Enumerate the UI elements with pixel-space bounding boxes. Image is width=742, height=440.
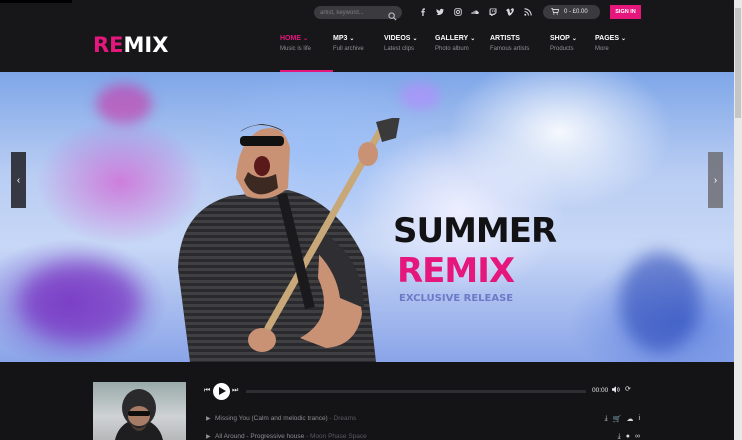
chevron-down-icon: ⌄	[571, 36, 577, 42]
nav-artists-sub: Famous artists	[490, 46, 530, 52]
site-header: 0 - £0.00 SIGN IN REMIX HOME⌄ Music is l…	[0, 0, 734, 72]
link-icon[interactable]: ∞	[635, 433, 640, 440]
nav-artists[interactable]: ARTISTS Famous artists	[490, 35, 529, 52]
nav-pages-label: PAGES	[595, 35, 619, 42]
crowd-hand	[620, 252, 700, 352]
bokeh-light	[400, 82, 440, 110]
chevron-down-icon: ⌄	[470, 36, 476, 42]
nav-mp3[interactable]: MP3 ⌄ Full archive	[333, 35, 364, 52]
sign-in-button[interactable]: SIGN IN	[610, 5, 641, 19]
chevron-down-icon: ⌄	[621, 36, 627, 42]
cart-icon[interactable]: 🛒	[613, 415, 622, 423]
download-icon[interactable]: ⤓	[618, 433, 621, 440]
bokeh-light	[96, 84, 152, 124]
cart-total: 0 - £0.00	[564, 9, 588, 15]
instagram-icon[interactable]	[449, 6, 467, 18]
nav-home-label: HOME	[280, 35, 301, 42]
track-title: All Around - Progressive house	[215, 433, 305, 440]
twitch-icon[interactable]	[484, 6, 502, 18]
repeat-icon[interactable]: ⟳	[625, 385, 631, 393]
volume-icon[interactable]	[612, 386, 620, 395]
rss-icon[interactable]	[519, 6, 537, 18]
artist-photo	[115, 389, 163, 440]
search-icon[interactable]	[388, 8, 397, 21]
next-track-icon[interactable]: ⏭	[232, 387, 238, 395]
chevron-right-icon: ›	[713, 174, 718, 186]
nav-shop-label: SHOP	[550, 35, 570, 42]
track-row[interactable]: ▶ All Around - Progressive house - Moon …	[204, 431, 640, 440]
slider-next-button[interactable]: ›	[708, 152, 723, 208]
bokeh-light	[20, 262, 140, 342]
top-strip	[0, 0, 72, 3]
cart-button[interactable]: 0 - £0.00	[543, 5, 600, 19]
chevron-down-icon: ⌄	[349, 36, 355, 42]
time-display: 00:00	[592, 387, 609, 394]
nav-mp3-label: MP3	[333, 35, 348, 42]
nav-pages[interactable]: PAGES ⌄ More	[595, 35, 626, 52]
nav-videos[interactable]: VIDEOS ⌄ Latest clips	[384, 35, 417, 52]
soundcloud-icon[interactable]: ☁	[626, 415, 633, 423]
logo[interactable]: REMIX	[93, 34, 168, 56]
hero-subtitle: EXCLUSIVE RELEASE	[399, 293, 514, 304]
download-icon[interactable]: ⤓	[605, 415, 608, 423]
nav-shop[interactable]: SHOP ⌄ Products	[550, 35, 577, 52]
facebook-icon[interactable]	[414, 6, 432, 18]
nav-gallery-sub: Photo album	[435, 46, 469, 52]
search-box[interactable]	[314, 6, 402, 21]
slider-prev-button[interactable]: ‹	[11, 152, 26, 208]
info-icon[interactable]: i	[638, 415, 640, 423]
social-links	[414, 6, 537, 18]
track-artist: Moon Phase Space	[310, 433, 367, 440]
logo-part-mix: MIX	[123, 33, 169, 57]
nav-shop-sub: Products	[550, 46, 574, 52]
audio-player: ⏮ ⏭ 00:00 ⟳	[204, 382, 640, 402]
chevron-left-icon: ‹	[16, 174, 21, 186]
search-input[interactable]	[320, 7, 386, 18]
track-row[interactable]: ▶ Missing You (Calm and melodic trance) …	[204, 413, 640, 427]
logo-part-re: RE	[93, 33, 124, 57]
nav-videos-label: VIDEOS	[384, 35, 411, 42]
nav-home[interactable]: HOME ⌄ Music is life	[280, 35, 311, 52]
nav-gallery[interactable]: GALLERY ⌄ Photo album	[435, 35, 475, 52]
play-small-icon: ▶	[206, 434, 211, 440]
nav-artists-label: ARTISTS	[490, 35, 520, 42]
soundcloud-icon[interactable]	[467, 6, 485, 18]
nav-pages-sub: More	[595, 46, 609, 52]
nav-mp3-sub: Full archive	[333, 46, 364, 52]
hero-title-line1: SUMMER	[393, 211, 557, 251]
hero-title-line2: REMIX	[397, 251, 515, 291]
apple-icon[interactable]: ●	[626, 433, 630, 440]
nav-home-sub: Music is life	[280, 46, 312, 52]
scrollbar-thumb[interactable]	[735, 8, 741, 118]
progress-bar[interactable]	[246, 390, 586, 393]
nav-videos-sub: Latest clips	[384, 46, 415, 52]
guitarist-image	[178, 118, 400, 362]
play-small-icon: ▶	[206, 416, 211, 422]
twitter-icon[interactable]	[432, 6, 450, 18]
page: 0 - £0.00 SIGN IN REMIX HOME⌄ Music is l…	[0, 0, 742, 440]
vimeo-icon[interactable]	[502, 6, 520, 18]
chevron-down-icon: ⌄	[303, 36, 309, 42]
play-button[interactable]	[213, 383, 230, 400]
album-cover[interactable]	[93, 382, 186, 440]
previous-track-icon[interactable]: ⏮	[204, 387, 210, 395]
chevron-down-icon: ⌄	[412, 36, 418, 42]
cart-icon	[551, 7, 560, 17]
nav-gallery-label: GALLERY	[435, 35, 469, 42]
track-artist: Dreams	[333, 415, 357, 422]
track-title: Missing You (Calm and melodic trance)	[215, 415, 328, 422]
